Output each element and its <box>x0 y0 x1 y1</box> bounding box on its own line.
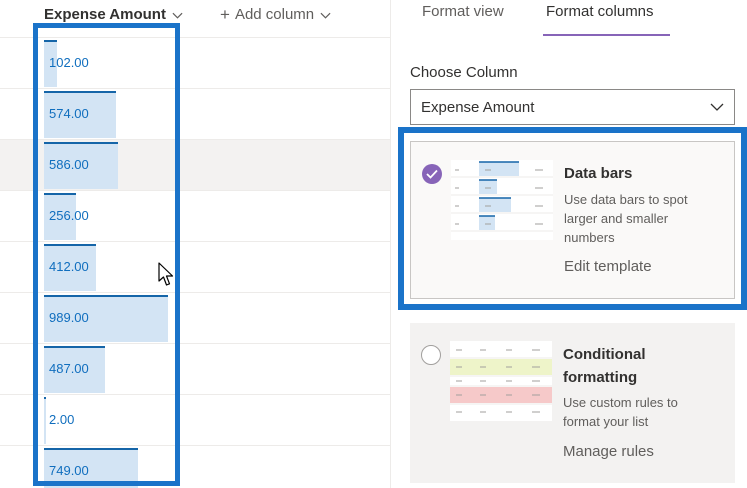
conditional-formatting-option-card[interactable]: Conditional formatting Use custom rules … <box>410 323 735 483</box>
chevron-down-icon <box>710 103 724 111</box>
conditional-formatting-description-line-2: format your list <box>563 414 649 429</box>
active-tab-indicator <box>543 34 670 36</box>
conditional-formatting-radio[interactable] <box>421 345 441 365</box>
tab-format-columns[interactable]: Format columns <box>546 3 654 20</box>
plus-icon: + <box>220 5 230 24</box>
manage-rules-link[interactable]: Manage rules <box>563 443 654 460</box>
conditional-formatting-title-line-2: formatting <box>563 369 638 386</box>
choose-column-label: Choose Column <box>410 64 518 81</box>
tab-format-view[interactable]: Format view <box>422 3 504 20</box>
add-column-label: Add column <box>234 6 315 23</box>
conditional-formatting-description-line-1: Use custom rules to <box>563 395 678 410</box>
dropdown-selected-value: Expense Amount <box>421 99 535 116</box>
conditional-formatting-preview-thumbnail <box>450 341 552 421</box>
chevron-down-icon <box>172 12 183 19</box>
chevron-down-icon <box>320 12 331 19</box>
choose-column-dropdown[interactable]: Expense Amount <box>410 89 735 125</box>
add-column-button[interactable]: + Add column <box>220 0 331 30</box>
highlight-box-data-bars-option <box>398 127 747 310</box>
highlight-box-data-bars-column <box>33 23 180 486</box>
conditional-formatting-title-line-1: Conditional <box>563 346 646 363</box>
